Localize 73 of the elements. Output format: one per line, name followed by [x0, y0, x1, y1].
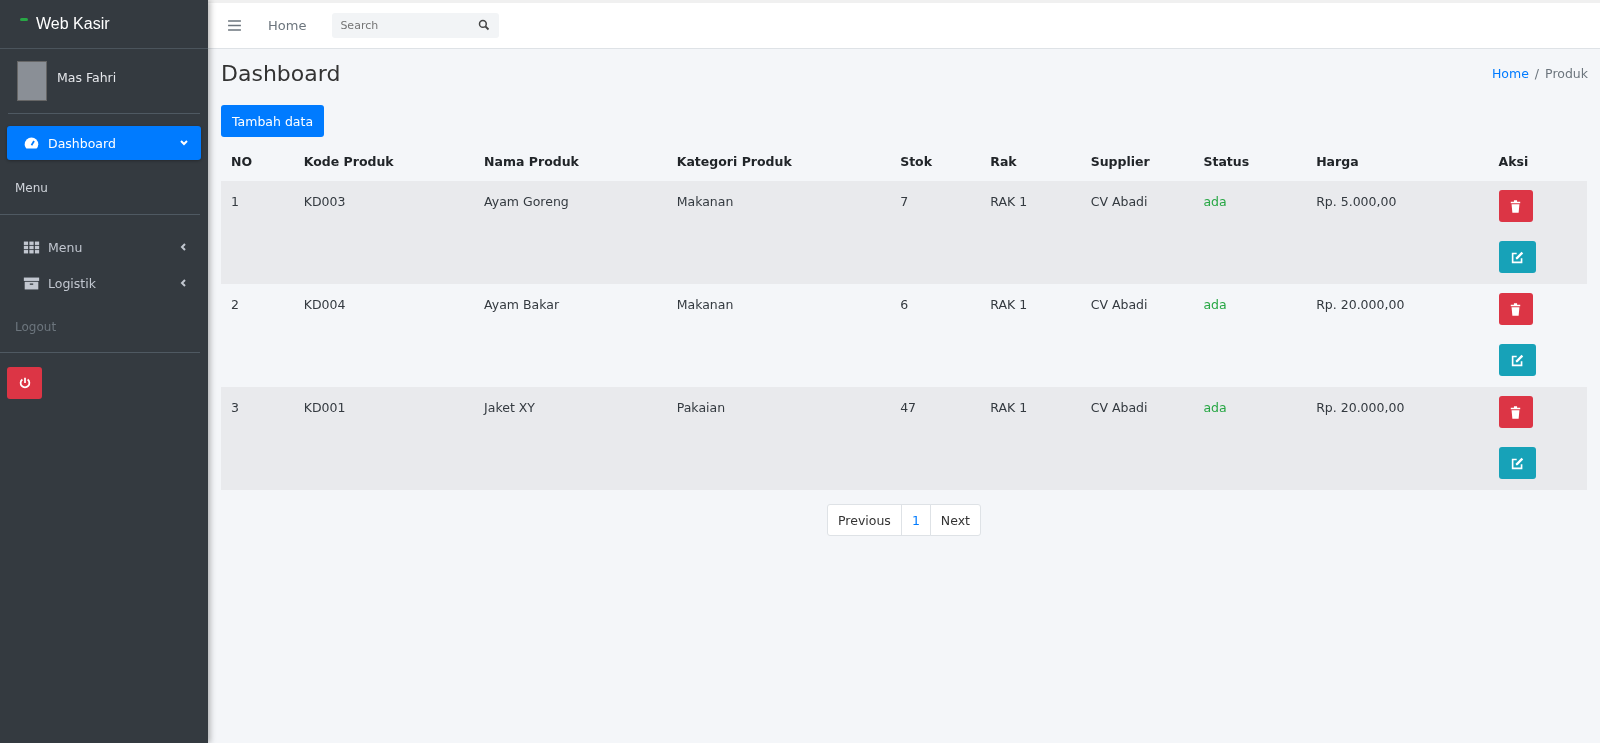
- search-field[interactable]: Search: [332, 13, 500, 38]
- chevron-left-icon: [179, 278, 189, 288]
- sidebar-item[interactable]: Menu: [7, 230, 201, 264]
- edit-icon: [1510, 353, 1524, 367]
- power-icon: [17, 376, 32, 390]
- trash-icon: [1510, 302, 1522, 316]
- trash-icon: [1510, 405, 1522, 419]
- table-cell: Rp. 5.000,00: [1306, 181, 1489, 284]
- pagination-button[interactable]: 1: [900, 504, 931, 536]
- column-header: Supplier: [1080, 141, 1194, 181]
- pagination-button[interactable]: Previous: [827, 504, 902, 536]
- add-data-button[interactable]: Tambah data: [221, 105, 325, 137]
- table-cell: ada: [1193, 284, 1307, 387]
- table-cell: RAK 1: [980, 387, 1081, 490]
- chevron-down-icon: [179, 138, 189, 148]
- table-cell: KD003: [293, 181, 475, 284]
- table-cell: Rp. 20.000,00: [1306, 284, 1489, 387]
- search-icon[interactable]: [478, 19, 491, 31]
- sidebar-item[interactable]: Logistik: [7, 266, 201, 300]
- breadcrumb-link[interactable]: Home: [1491, 66, 1529, 81]
- table-cell: RAK 1: [980, 284, 1081, 387]
- section-label: Menu: [0, 162, 200, 215]
- delete-button[interactable]: [1498, 190, 1533, 222]
- table-cell: RAK 1: [980, 181, 1081, 284]
- table-cell: 47: [890, 387, 981, 490]
- table-cell: KD004: [293, 284, 475, 387]
- column-header: Stok: [890, 141, 981, 181]
- table-cell: CV Abadi: [1080, 181, 1194, 284]
- column-header: Harga: [1306, 141, 1489, 181]
- column-header: Nama Produk: [474, 141, 667, 181]
- delete-button[interactable]: [1498, 396, 1533, 428]
- brand-title[interactable]: Web Kasir: [36, 15, 110, 33]
- edit-button[interactable]: [1498, 241, 1536, 273]
- column-header: Kategori Produk: [666, 141, 891, 181]
- column-header: Status: [1193, 141, 1307, 181]
- power-button[interactable]: [7, 367, 42, 399]
- page-title: Dashboard: [221, 61, 341, 86]
- table-cell: 3: [221, 387, 294, 490]
- table-cell: 2: [221, 284, 294, 387]
- breadcrumb-current: Produk: [1545, 66, 1588, 81]
- table-cell: 6: [890, 284, 981, 387]
- table-cell: Pakaian: [666, 387, 891, 490]
- edit-icon: [1510, 456, 1524, 470]
- home-link[interactable]: Home: [268, 18, 307, 33]
- table-cell: Ayam Bakar: [474, 284, 667, 387]
- breadcrumb-separator: /: [1534, 66, 1540, 81]
- edit-button[interactable]: [1498, 447, 1536, 479]
- menu-icon[interactable]: [228, 20, 241, 31]
- table-cell: KD001: [293, 387, 475, 490]
- delete-button[interactable]: [1498, 293, 1533, 325]
- table-cell: Makanan: [666, 284, 891, 387]
- table-cell: Jaket XY: [474, 387, 667, 490]
- table-cell: ada: [1193, 181, 1307, 284]
- chevron-left-icon: [179, 242, 189, 252]
- table-cell: 7: [890, 181, 981, 284]
- pagination-button[interactable]: Next: [929, 504, 981, 536]
- table-cell: Ayam Goreng: [474, 181, 667, 284]
- trash-icon: [1510, 199, 1522, 213]
- table-cell: 1: [221, 181, 294, 284]
- table-cell: CV Abadi: [1080, 284, 1194, 387]
- photo-placeholder: [17, 61, 47, 101]
- table-cell: ada: [1193, 387, 1307, 490]
- column-header: Kode Produk: [293, 141, 475, 181]
- edit-icon: [1510, 250, 1524, 264]
- sidebar-item[interactable]: Dashboard: [7, 126, 201, 160]
- column-header: Rak: [980, 141, 1081, 181]
- edit-button[interactable]: [1498, 344, 1536, 376]
- table-cell: CV Abadi: [1080, 387, 1194, 490]
- column-header: Aksi: [1488, 141, 1587, 181]
- column-header: NO: [221, 141, 294, 181]
- user-name[interactable]: Mas Fahri: [57, 69, 117, 85]
- table-cell: Rp. 20.000,00: [1306, 387, 1489, 490]
- table-cell: Makanan: [666, 181, 891, 284]
